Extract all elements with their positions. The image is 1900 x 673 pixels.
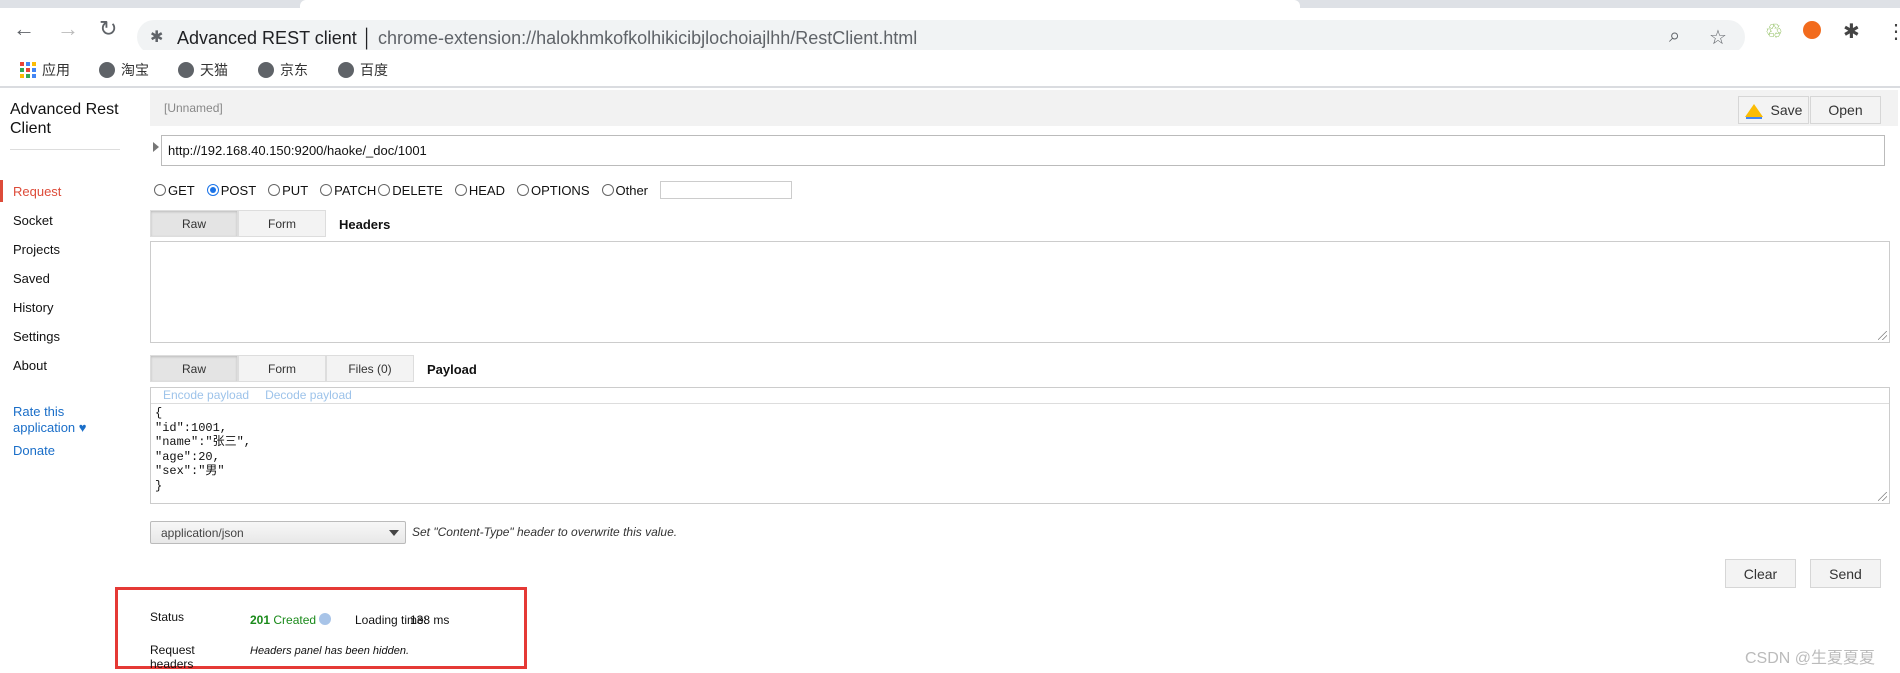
bookmark-label: 应用 [42, 62, 70, 78]
bookmark-tmall[interactable]: 天猫 [178, 60, 228, 80]
apps-grid-icon [20, 62, 36, 78]
status-label: Status [150, 610, 185, 624]
google-drive-icon [1744, 103, 1763, 117]
bookmark-star-icon[interactable]: ☆ [1709, 25, 1727, 50]
content-type-hint: Set "Content-Type" header to overwrite t… [412, 525, 678, 539]
app-title: Advanced Rest Client [10, 101, 119, 137]
page-title: Advanced REST client [177, 28, 357, 48]
tab-strip [0, 0, 1900, 8]
bookmark-baidu[interactable]: 百度 [338, 60, 388, 80]
bookmark-label: 天猫 [200, 62, 228, 78]
request-headers-label: Request headers [150, 643, 195, 671]
sidebar-item-projects[interactable]: Projects [13, 242, 60, 257]
bookmark-apps[interactable]: 应用 [20, 60, 70, 80]
chevron-down-icon [389, 530, 399, 536]
method-put[interactable]: PUT [268, 183, 308, 198]
resize-handle[interactable] [1878, 331, 1887, 340]
bookmarks-bar: 应用 淘宝 天猫 京东 百度 [0, 50, 1900, 88]
sidebar-item-settings[interactable]: Settings [13, 329, 60, 344]
method-get[interactable]: GET [154, 183, 195, 198]
encode-payload-link[interactable]: Encode payload [163, 388, 249, 403]
method-head[interactable]: HEAD [454, 183, 505, 198]
decode-payload-link[interactable]: Decode payload [265, 388, 352, 403]
sidebar-item-history[interactable]: History [13, 300, 53, 315]
extensions-puzzle-icon[interactable]: ✱ [1843, 19, 1860, 44]
bookmark-label: 百度 [360, 62, 388, 78]
browser-toolbar: ← → ↻ ✱ Advanced REST client │ chrome-ex… [0, 8, 1900, 54]
extension-green-icon[interactable]: ♲ [1765, 19, 1783, 44]
payload-label: Payload [427, 362, 477, 377]
status-badge: 201 Created [250, 613, 332, 627]
globe-icon [258, 62, 274, 78]
sidebar-item-saved[interactable]: Saved [13, 271, 50, 286]
request-panel: [Unnamed] Save Open http://192.168.40.15… [115, 90, 1900, 673]
donate-link[interactable]: Donate [13, 443, 55, 459]
menu-kebab-icon[interactable]: ⋮ [1886, 19, 1900, 44]
method-patch[interactable]: PATCH [320, 183, 376, 198]
payload-tab-files[interactable]: Files (0) [326, 355, 414, 382]
request-name[interactable]: [Unnamed] [164, 101, 223, 115]
active-tab[interactable] [300, 0, 1300, 8]
expand-url-arrow-icon[interactable] [153, 142, 159, 152]
watermark: CSDN @生夏夏夏 [1745, 650, 1876, 667]
rate-app-link[interactable]: Rate this application ♥ [13, 404, 93, 436]
extension-orange-icon[interactable] [1803, 21, 1821, 39]
other-method-input[interactable] [660, 181, 793, 199]
bookmark-taobao[interactable]: 淘宝 [99, 60, 149, 80]
method-delete[interactable]: DELETE [378, 183, 443, 198]
globe-icon [178, 62, 194, 78]
headers-tabs: Raw Form [150, 210, 326, 237]
extension-icon: ✱ [150, 29, 164, 46]
zoom-out-icon[interactable]: ⌕ [1669, 25, 1680, 48]
send-button[interactable]: Send [1810, 559, 1881, 588]
method-selector: GET POST PUT PATCH DELETE HEAD OPTIONS O… [154, 181, 793, 199]
sidebar-item-socket[interactable]: Socket [13, 213, 53, 228]
forward-icon[interactable]: → [57, 18, 79, 40]
resize-handle[interactable] [1878, 492, 1887, 501]
method-options[interactable]: OPTIONS [516, 183, 590, 198]
open-button[interactable]: Open [1810, 96, 1881, 124]
reload-icon[interactable]: ↻ [99, 18, 117, 40]
save-label: Save [1770, 102, 1803, 118]
url-input[interactable]: http://192.168.40.150:9200/haoke/_doc/10… [161, 135, 1885, 166]
payload-editor: Encode payload Decode payload { "id":1001… [150, 387, 1890, 504]
active-indicator [0, 180, 3, 202]
sidebar: Advanced Rest Client Request Socket Proj… [0, 90, 150, 673]
method-other[interactable]: Other [601, 183, 648, 198]
globe-icon [338, 62, 354, 78]
bookmark-label: 淘宝 [121, 62, 149, 78]
divider [10, 149, 120, 150]
payload-tabs: Raw Form Files (0) [150, 355, 414, 382]
page-url: chrome-extension://halokhmkofkolhikicibj… [378, 28, 918, 48]
sidebar-item-about[interactable]: About [13, 358, 47, 373]
help-icon[interactable] [319, 613, 332, 625]
clear-button[interactable]: Clear [1725, 559, 1796, 588]
loading-time-value: 138 ms [410, 613, 450, 627]
headers-textarea[interactable] [150, 241, 1890, 343]
payload-tab-form[interactable]: Form [238, 355, 326, 382]
globe-icon [99, 62, 115, 78]
headers-hidden-note: Headers panel has been hidden. [250, 645, 410, 657]
bookmark-label: 京东 [280, 62, 308, 78]
method-post[interactable]: POST [206, 183, 256, 198]
address-bar[interactable]: ✱ Advanced REST client │ chrome-extensio… [137, 20, 1745, 54]
content-type-value: application/json [161, 526, 244, 540]
headers-tab-form[interactable]: Form [238, 210, 326, 237]
back-icon[interactable]: ← [13, 18, 35, 40]
request-header-bar: [Unnamed] Save Open [150, 90, 1898, 126]
headers-label: Headers [339, 217, 391, 232]
payload-textarea[interactable]: { "id":1001, "name":"张三", "age":20, "sex… [151, 404, 1889, 495]
headers-tab-raw[interactable]: Raw [150, 210, 238, 237]
content-type-select[interactable]: application/json [150, 521, 406, 544]
bookmark-jd[interactable]: 京东 [258, 60, 308, 80]
payload-tab-raw[interactable]: Raw [150, 355, 238, 382]
save-button[interactable]: Save [1738, 96, 1809, 124]
sidebar-item-request[interactable]: Request [13, 184, 61, 199]
